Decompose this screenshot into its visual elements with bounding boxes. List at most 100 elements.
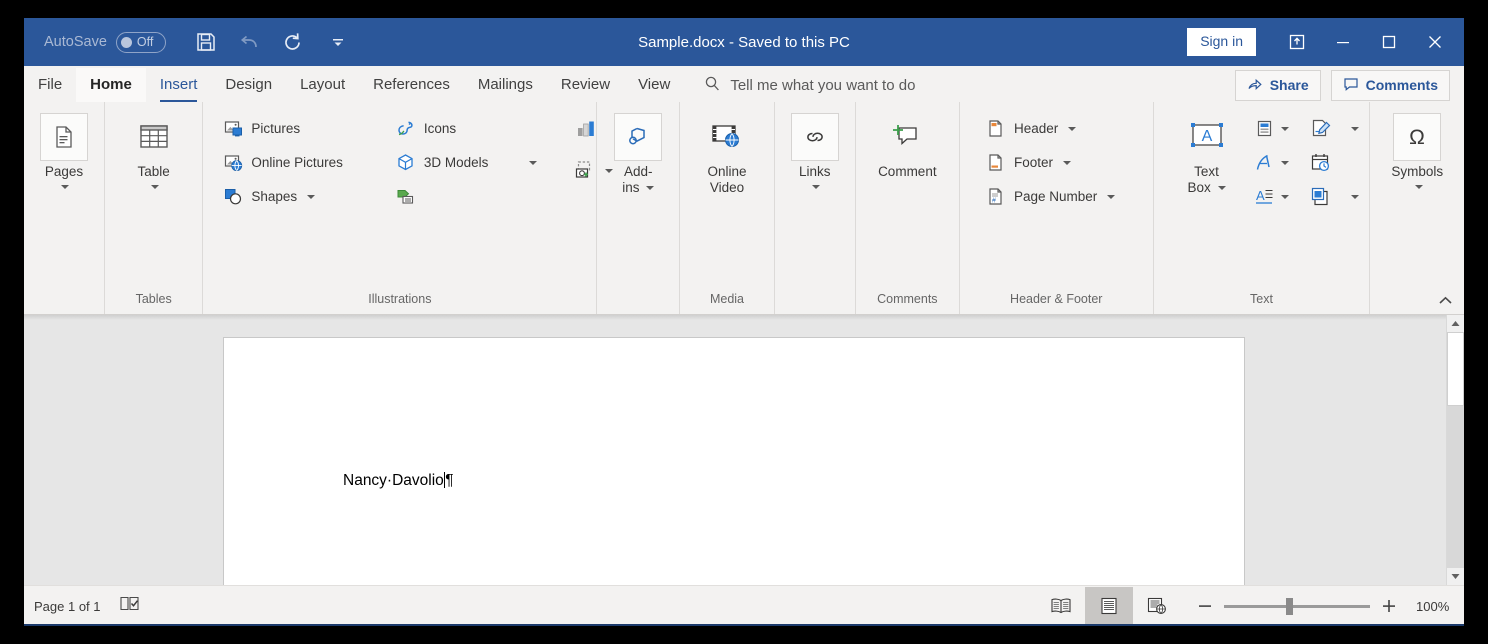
page-count-label[interactable]: Page 1 of 1	[34, 599, 101, 614]
icons-button[interactable]: Icons	[391, 113, 544, 144]
view-read-mode-button[interactable]	[1037, 587, 1085, 625]
autosave-switch[interactable]: Off	[115, 31, 166, 53]
redo-icon[interactable]	[272, 22, 316, 62]
tab-layout[interactable]: Layout	[286, 68, 359, 102]
scrollbar-thumb[interactable]	[1447, 332, 1464, 406]
footer-button[interactable]: Footer	[981, 147, 1121, 178]
drop-cap-button[interactable]: A	[1251, 181, 1292, 212]
zoom-slider-track[interactable]	[1224, 597, 1370, 615]
comments-button[interactable]: Comments	[1330, 69, 1450, 101]
symbols-dropdown-caret[interactable]	[1412, 180, 1423, 194]
status-right: 100%	[1037, 587, 1464, 625]
date-and-time-button[interactable]	[1306, 147, 1362, 178]
add-ins-button[interactable]: Add- ins	[607, 111, 669, 196]
online-video-button[interactable]: Online Video	[696, 111, 758, 196]
online-video-icon	[703, 113, 751, 161]
document-body-text[interactable]: Nancy·Davolio¶	[343, 472, 454, 490]
pages-dropdown-caret[interactable]	[58, 180, 70, 194]
tab-view[interactable]: View	[624, 68, 684, 102]
object-dropdown-caret[interactable]	[1350, 194, 1359, 199]
page-number-button[interactable]: # Page Number	[981, 181, 1121, 212]
3d-models-label: 3D Models	[423, 155, 489, 170]
signature-line-button[interactable]	[1306, 113, 1362, 144]
online-pictures-button[interactable]: Online Pictures	[218, 147, 349, 178]
svg-text:A: A	[1256, 188, 1265, 203]
zoom-level-label[interactable]: 100%	[1416, 599, 1450, 614]
group-label-illustrations: Illustrations	[368, 292, 432, 306]
collapse-ribbon-chevron-icon[interactable]	[1434, 290, 1456, 310]
share-button[interactable]: Share	[1234, 69, 1321, 101]
tell-me-placeholder: Tell me what you want to do	[730, 76, 916, 94]
maximize-icon[interactable]	[1366, 19, 1412, 65]
table-dropdown-caret[interactable]	[148, 180, 160, 194]
undo-icon[interactable]	[228, 22, 272, 62]
footer-dropdown-caret[interactable]	[1062, 160, 1071, 165]
view-print-layout-button[interactable]	[1085, 587, 1133, 625]
illustrations-column-2: Icons 3D Models	[391, 111, 544, 212]
tab-file[interactable]: File	[24, 68, 76, 102]
ribbon-display-options-icon[interactable]	[1274, 19, 1320, 65]
view-web-layout-button[interactable]	[1133, 587, 1181, 625]
3d-models-dropdown-caret[interactable]	[529, 160, 538, 165]
pages-button[interactable]: Pages	[33, 111, 95, 194]
group-label-media: Media	[709, 292, 745, 306]
ribbon-group-tables: Table Tables	[103, 102, 202, 314]
save-icon[interactable]	[184, 22, 228, 62]
text-icon-column-2	[1306, 111, 1362, 212]
minimize-icon[interactable]	[1320, 19, 1366, 65]
footer-label: Footer	[1013, 155, 1053, 170]
page-number-dropdown-caret[interactable]	[1107, 194, 1116, 199]
tab-references[interactable]: References	[359, 68, 464, 102]
symbols-button[interactable]: Ω Symbols	[1379, 111, 1455, 194]
shapes-label: Shapes	[251, 189, 298, 204]
sign-in-button[interactable]: Sign in	[1187, 28, 1256, 56]
group-label-tables: Tables	[135, 292, 172, 306]
3d-models-button[interactable]: 3D Models	[391, 147, 544, 178]
document-canvas[interactable]: Nancy·Davolio¶	[24, 315, 1464, 585]
quick-parts-button[interactable]	[1251, 113, 1292, 144]
customize-quick-access-toolbar-icon[interactable]	[316, 22, 360, 62]
tab-insert[interactable]: Insert	[146, 68, 212, 102]
quick-parts-dropdown-caret[interactable]	[1280, 126, 1289, 131]
document-page[interactable]: Nancy·Davolio¶	[223, 337, 1245, 585]
text-box-button[interactable]: A Text Box	[1173, 111, 1241, 196]
header-dropdown-caret[interactable]	[1068, 126, 1077, 131]
tab-home[interactable]: Home	[76, 68, 146, 102]
header-button[interactable]: Header	[981, 113, 1121, 144]
wordart-dropdown-caret[interactable]	[1280, 160, 1289, 165]
online-pictures-icon	[222, 152, 244, 174]
links-button[interactable]: Links	[784, 111, 846, 194]
pictures-button[interactable]: Pictures	[218, 113, 349, 144]
signature-line-dropdown-caret[interactable]	[1350, 126, 1359, 131]
zoom-slider-thumb[interactable]	[1286, 597, 1293, 615]
scroll-down-arrow-icon[interactable]	[1447, 568, 1464, 585]
ribbon-tab-strip: File Home Insert Design Layout Reference…	[24, 66, 1464, 102]
smartart-button[interactable]	[391, 181, 544, 212]
shapes-button[interactable]: Shapes	[218, 181, 349, 212]
object-button[interactable]	[1306, 181, 1362, 212]
close-icon[interactable]	[1412, 19, 1458, 65]
tab-mailings[interactable]: Mailings	[464, 68, 547, 102]
tab-design[interactable]: Design	[211, 68, 286, 102]
autosave-toggle[interactable]: AutoSave Off	[44, 31, 166, 53]
tab-review[interactable]: Review	[547, 68, 624, 102]
scroll-up-arrow-icon[interactable]	[1447, 315, 1464, 332]
drop-cap-dropdown-caret[interactable]	[1280, 194, 1289, 199]
wordart-button[interactable]	[1251, 147, 1292, 178]
window-controls: Sign in	[1187, 18, 1464, 66]
tell-me-search-box[interactable]: Tell me what you want to do	[704, 68, 915, 102]
links-dropdown-caret[interactable]	[809, 180, 821, 194]
new-comment-button[interactable]: Comment	[864, 111, 950, 180]
ribbon-group-header-footer: Header Footer # Page Number Header & Foo…	[958, 102, 1153, 314]
search-icon	[704, 75, 721, 96]
scrollbar-track[interactable]	[1447, 332, 1464, 568]
add-ins-label: Add- ins	[622, 164, 655, 195]
zoom-in-icon[interactable]	[1381, 598, 1397, 614]
vertical-scrollbar[interactable]	[1446, 315, 1464, 585]
link-chain-icon	[790, 113, 839, 161]
zoom-out-icon[interactable]	[1197, 598, 1213, 614]
table-button[interactable]: Table	[123, 111, 185, 194]
page-number-label: Page Number	[1013, 189, 1098, 204]
shapes-dropdown-caret[interactable]	[307, 194, 316, 199]
proofing-errors-icon[interactable]	[119, 595, 141, 617]
